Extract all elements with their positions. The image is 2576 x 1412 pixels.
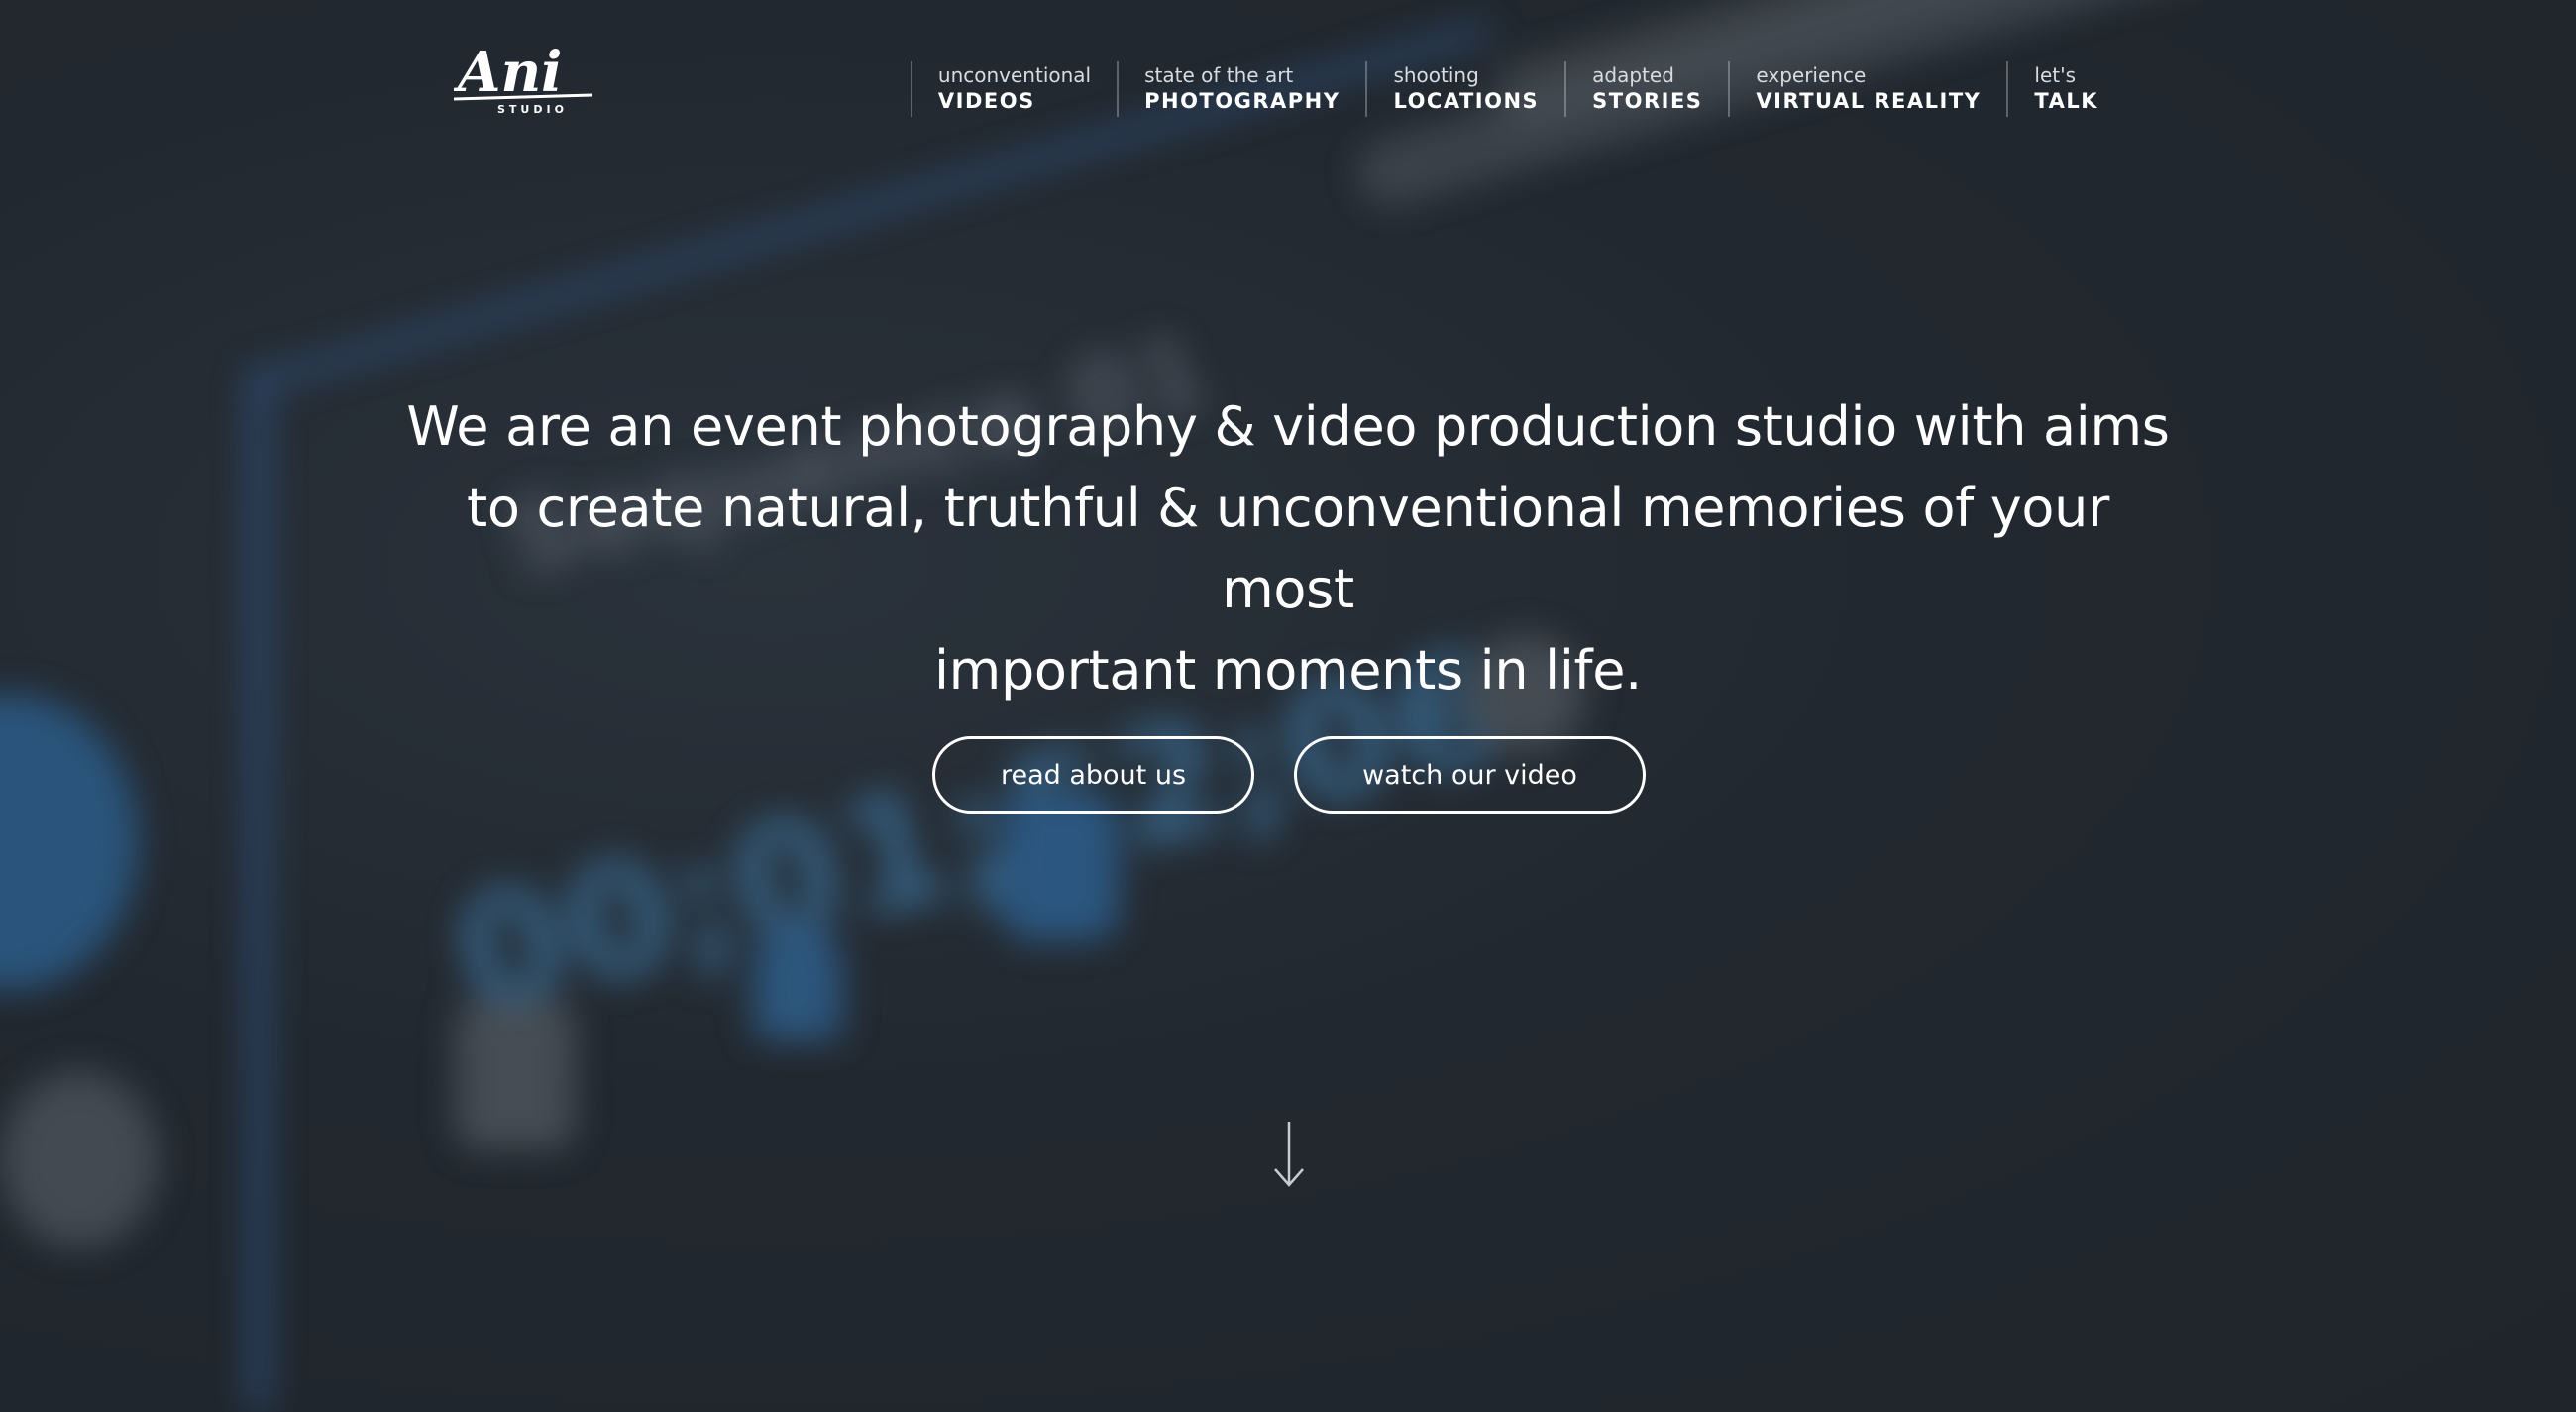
- nav-item-talk[interactable]: let's TALK: [2006, 61, 2098, 117]
- hero-line: important moments in life.: [933, 639, 1643, 702]
- nav-item-virtual-reality[interactable]: experience VIRTUAL REALITY: [1728, 61, 2006, 117]
- nav-item-caption: let's: [2034, 63, 2077, 87]
- bg-blob: [753, 922, 842, 1040]
- brand-logo[interactable]: Ani STUDIO: [454, 40, 598, 117]
- nav-item-videos[interactable]: unconventional VIDEOS: [910, 61, 1117, 117]
- nav-item-label: LOCATIONS: [1393, 89, 1540, 113]
- bg-blob: [456, 1001, 575, 1149]
- bg-blob: [1001, 793, 1120, 941]
- nav-item-label: VIRTUAL REALITY: [1756, 89, 1982, 113]
- arrow-down-icon[interactable]: [1269, 1120, 1309, 1189]
- bg-blob: [0, 694, 139, 991]
- nav-item-label: PHOTOGRAPHY: [1144, 89, 1341, 113]
- logo-mark: Ani STUDIO: [454, 40, 593, 116]
- watch-video-button[interactable]: watch our video: [1294, 736, 1646, 814]
- nav-item-label: VIDEOS: [937, 89, 1035, 113]
- read-about-us-button[interactable]: read about us: [932, 736, 1254, 814]
- logo-subtext: STUDIO: [497, 103, 568, 116]
- nav-item-label: TALK: [2034, 89, 2098, 113]
- nav-item-stories[interactable]: adapted STORIES: [1564, 61, 1728, 117]
- nav-item-locations[interactable]: shooting LOCATIONS: [1365, 61, 1564, 117]
- nav-item-caption: shooting: [1393, 63, 1479, 87]
- nav-item-photography[interactable]: state of the art PHOTOGRAPHY: [1117, 61, 1365, 117]
- bg-blob: [0, 1070, 159, 1249]
- hero-section: Sequence 01 00;01;52;06 Ani STUDIO uncon…: [0, 0, 2576, 1412]
- hero-line: We are an event photography & video prod…: [406, 395, 2170, 458]
- nav-item-caption: adapted: [1592, 63, 1674, 87]
- hero-headline: We are an event photography & video prod…: [396, 386, 2180, 711]
- nav-item-label: STORIES: [1592, 89, 1703, 113]
- bg-frame-line: [248, 367, 269, 1412]
- nav-item-caption: experience: [1756, 63, 1867, 87]
- nav-item-caption: unconventional: [937, 63, 1092, 87]
- main-nav: unconventional VIDEOS state of the art P…: [910, 61, 2098, 117]
- nav-item-caption: state of the art: [1144, 63, 1294, 87]
- hero-line: to create natural, truthful & unconventi…: [467, 477, 2109, 620]
